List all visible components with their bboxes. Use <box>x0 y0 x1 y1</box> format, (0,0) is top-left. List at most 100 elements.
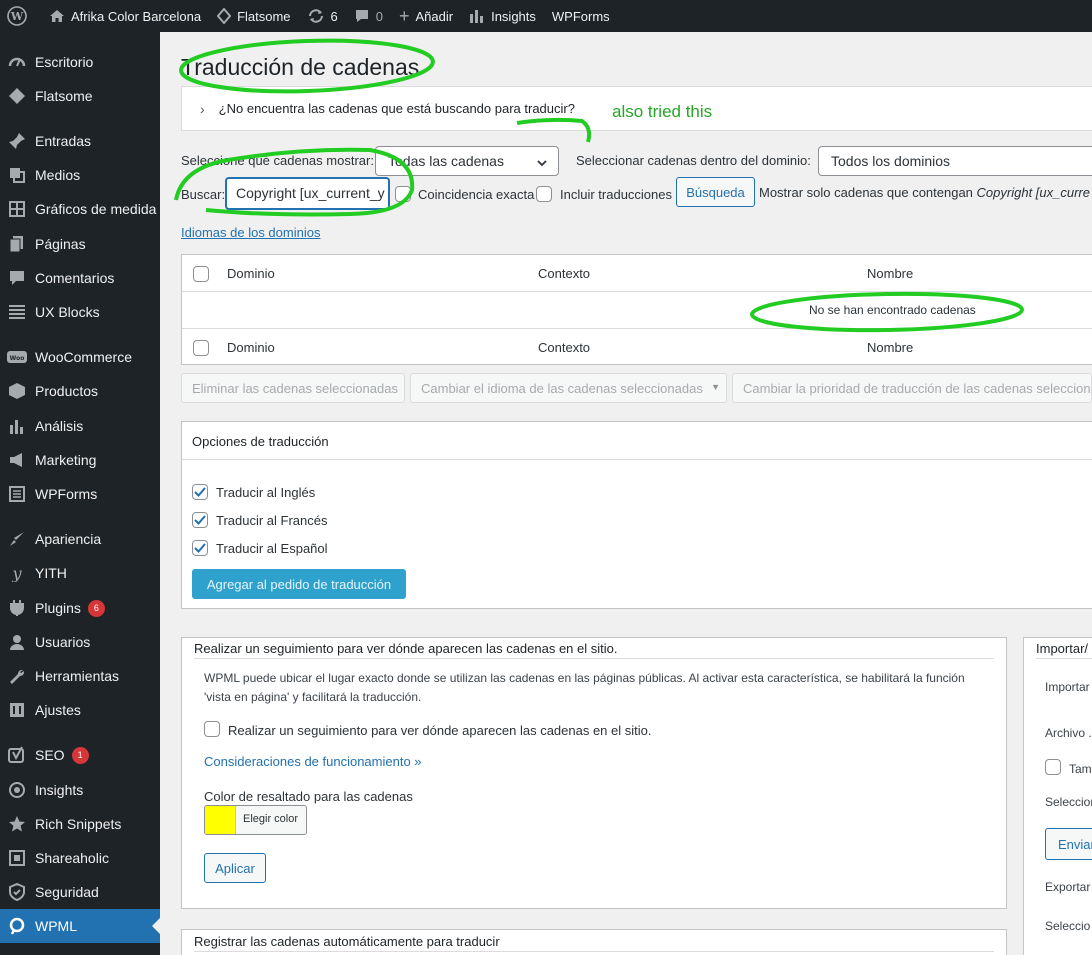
sidebar-item-label: WPML <box>35 918 77 934</box>
sidebar-item-escritorio[interactable]: Escritorio <box>0 45 160 79</box>
sidebar-item-label: Medios <box>35 167 81 183</box>
admin-bar-insights[interactable]: Insights <box>461 0 544 32</box>
file-label: Archivo . <box>1045 726 1092 740</box>
svg-text:Woo: Woo <box>10 355 25 362</box>
sidebar-item-wpml[interactable]: WPML <box>0 909 160 943</box>
select-all-footer-checkbox[interactable] <box>193 340 209 356</box>
count-badge: 1 <box>71 746 89 764</box>
admin-bar-updates[interactable]: 6 <box>299 0 346 32</box>
admin-bar-theme[interactable]: Flatsome <box>209 0 298 32</box>
sidebar-item-marketing[interactable]: Marketing <box>0 443 160 477</box>
sidebar-item-plugins[interactable]: Plugins 6 <box>0 591 160 625</box>
auto-register-panel: Registrar las cadenas automáticamente pa… <box>181 929 1007 955</box>
sidebar-item-wpforms[interactable]: WPForms <box>0 477 160 511</box>
svg-text:y: y <box>11 564 22 582</box>
translate-english-checkbox[interactable] <box>192 484 208 500</box>
export-label: Exportar <box>1045 880 1091 894</box>
woo-icon: Woo <box>7 347 27 367</box>
column-name[interactable]: Nombre <box>867 266 913 281</box>
sidebar-item-shareaholic[interactable]: Shareaholic <box>0 841 160 875</box>
sidebar-item-insights[interactable]: Insights <box>0 773 160 807</box>
sidebar-item-label: Shareaholic <box>35 850 109 866</box>
admin-bar-wpforms[interactable]: WPForms <box>544 0 618 32</box>
sidebar-item-apariencia[interactable]: Apariencia <box>0 522 160 556</box>
svg-text:W: W <box>10 10 24 23</box>
home-icon <box>49 8 65 24</box>
sidebar-item-flatsome[interactable]: Flatsome <box>0 79 160 113</box>
exact-match-checkbox[interactable] <box>395 186 411 202</box>
comment-icon <box>354 8 370 24</box>
wpml-icon <box>7 916 27 936</box>
domain-select[interactable]: Todos los dominios <box>818 146 1092 176</box>
tracking-checkbox[interactable] <box>204 721 220 737</box>
performance-link[interactable]: Consideraciones de funcionamiento » <box>204 754 422 769</box>
sidebar-item-seguridad[interactable]: Seguridad <box>0 875 160 909</box>
sidebar-item-páginas[interactable]: Páginas <box>0 227 160 261</box>
wordpress-logo-icon[interactable]: W <box>0 0 41 32</box>
page-title: Traducción de cadenas <box>181 54 420 80</box>
sidebar-item-label: Apariencia <box>35 531 102 547</box>
checkmark-icon <box>194 515 206 525</box>
import-checkbox[interactable] <box>1045 759 1061 775</box>
strings-filter-select[interactable]: Todas las cadenas <box>375 146 559 176</box>
updates-icon <box>307 8 325 24</box>
sidebar-item-label: WooCommerce <box>35 349 132 365</box>
caret-down-icon: ▼ <box>711 382 720 392</box>
yith-icon: y <box>7 563 27 583</box>
domain-languages-link[interactable]: Idiomas de los dominios <box>181 225 320 240</box>
search-input[interactable]: Copyright [ux_current_y <box>226 178 389 209</box>
chevron-down-icon <box>536 156 548 172</box>
sidebar-item-comentarios[interactable]: Comentarios <box>0 261 160 295</box>
include-translations-checkbox[interactable] <box>536 186 552 202</box>
dashboard-icon <box>7 52 27 72</box>
change-language-select[interactable]: Cambiar el idioma de las cadenas selecci… <box>410 373 727 403</box>
grid-icon <box>7 199 27 219</box>
highlight-color-label: Color de resaltado para las cadenas <box>204 789 413 804</box>
sidebar-item-rich-snippets[interactable]: Rich Snippets <box>0 807 160 841</box>
sidebar-item-gráficos-de-medida[interactable]: Gráficos de medida <box>0 192 160 226</box>
sidebar-item-ajustes[interactable]: Ajustes <box>0 693 160 727</box>
sidebar-item-label: Comentarios <box>35 270 115 286</box>
column-context[interactable]: Contexto <box>538 266 590 281</box>
sidebar-item-análisis[interactable]: Análisis <box>0 409 160 443</box>
sidebar-item-ux-blocks[interactable]: UX Blocks <box>0 295 160 329</box>
comment-icon <box>7 268 27 288</box>
translate-spanish-checkbox[interactable] <box>192 540 208 556</box>
sidebar-item-usuarios[interactable]: Usuarios <box>0 625 160 659</box>
wrench-icon <box>7 666 27 686</box>
select-strings-label: Seleccione qué cadenas mostrar: <box>181 153 374 168</box>
admin-bar-comments[interactable]: 0 <box>346 0 391 32</box>
add-to-translation-basket-button[interactable]: Agregar al pedido de traducción <box>192 569 406 599</box>
sidebar-item-label: Escritorio <box>35 54 94 70</box>
sidebar-item-herramientas[interactable]: Herramientas <box>0 659 160 693</box>
admin-bar-site[interactable]: Afrika Color Barcelona <box>41 0 209 32</box>
change-priority-select[interactable]: Cambiar la prioridad de traducción de la… <box>732 373 1092 403</box>
column-domain-footer[interactable]: Dominio <box>227 340 275 355</box>
send-button[interactable]: Enviar <box>1045 828 1092 860</box>
insights-icon <box>7 780 27 800</box>
tracking-description: WPML puede ubicar el lugar exacto donde … <box>204 671 965 704</box>
plus-icon: + <box>399 6 410 26</box>
table-footer-row: Dominio Contexto Nombre <box>182 329 1092 366</box>
translate-french-checkbox[interactable] <box>192 512 208 528</box>
sidebar-item-yith[interactable]: y YITH <box>0 556 160 590</box>
translation-options-panel: Opciones de traducción Traducir al Inglé… <box>181 421 1092 609</box>
sidebar-item-seo[interactable]: SEO 1 <box>0 738 160 772</box>
translate-french-label: Traducir al Francés <box>216 513 328 528</box>
column-name-footer[interactable]: Nombre <box>867 340 913 355</box>
sidebar-item-medios[interactable]: Medios <box>0 158 160 192</box>
count-badge: 6 <box>87 599 105 617</box>
apply-button[interactable]: Aplicar <box>204 853 266 883</box>
select-all-checkbox[interactable] <box>193 266 209 282</box>
column-domain[interactable]: Dominio <box>227 266 275 281</box>
search-button[interactable]: Búsqueda <box>676 177 755 207</box>
sidebar-item-productos[interactable]: Productos <box>0 374 160 408</box>
delete-selected-button[interactable]: Eliminar las cadenas seleccionadas <box>181 373 405 403</box>
yoast-icon <box>7 745 27 765</box>
color-picker-button[interactable]: Elegir color <box>204 805 307 835</box>
admin-bar-new[interactable]: + Añadir <box>391 0 461 32</box>
column-context-footer[interactable]: Contexto <box>538 340 590 355</box>
sidebar-item-entradas[interactable]: Entradas <box>0 124 160 158</box>
sidebar-item-woocommerce[interactable]: Woo WooCommerce <box>0 340 160 374</box>
sidebar-item-label: Usuarios <box>35 634 91 650</box>
